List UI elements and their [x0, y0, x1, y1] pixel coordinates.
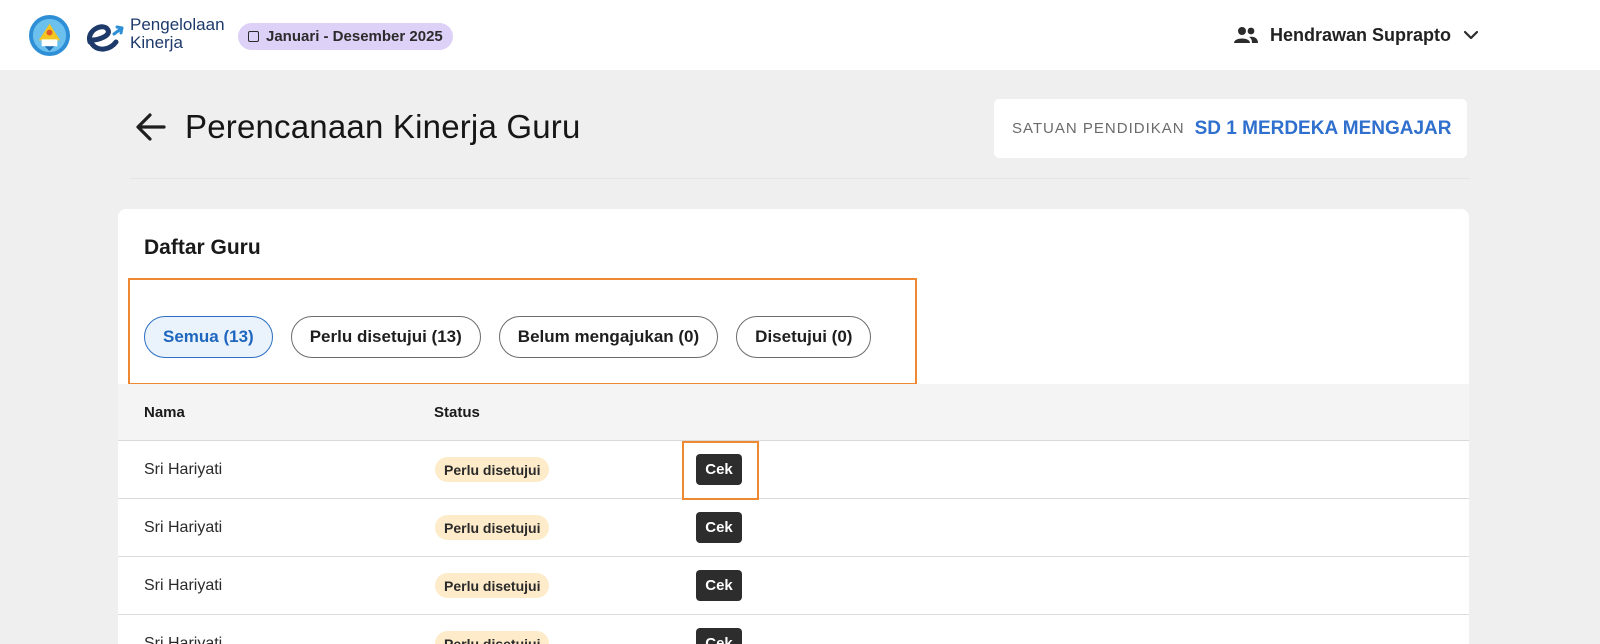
- user-menu[interactable]: Hendrawan Suprapto: [1234, 18, 1479, 52]
- users-icon: [1234, 27, 1258, 43]
- brand-name: Pengelolaan Kinerja: [130, 16, 225, 52]
- status-badge: Perlu disetujui: [435, 515, 550, 540]
- page-title: Perencanaan Kinerja Guru: [185, 108, 581, 145]
- table-row: Sri Hariyati Perlu disetujui Cek: [118, 499, 1469, 557]
- column-header-status: Status: [434, 404, 480, 421]
- filter-approved[interactable]: Disetujui (0): [736, 316, 872, 358]
- brand-logo[interactable]: Pengelolaan Kinerja: [84, 14, 234, 56]
- filter-needs-approval[interactable]: Perlu disetujui (13): [290, 316, 481, 358]
- header-divider: [130, 178, 1470, 179]
- table-header: Nama Status: [118, 384, 1469, 441]
- status-badge: Perlu disetujui: [435, 573, 550, 598]
- school-card: SATUAN PENDIDIKAN SD 1 MERDEKA MENGAJAR: [994, 99, 1467, 158]
- chevron-down-icon: [1463, 30, 1479, 40]
- arrow-left-icon[interactable]: [134, 110, 168, 144]
- user-name: Hendrawan Suprapto: [1270, 24, 1452, 45]
- filter-pills: Semua (13) Perlu disetujui (13) Belum me…: [144, 316, 872, 358]
- tut-wuri-handayani-emblem-icon: [28, 14, 71, 57]
- cek-button[interactable]: Cek: [696, 454, 742, 485]
- cek-button[interactable]: Cek: [696, 628, 742, 644]
- school-label: SATUAN PENDIDIKAN: [1012, 120, 1185, 137]
- filter-all[interactable]: Semua (13): [144, 316, 273, 358]
- brand-line-2: Kinerja: [130, 33, 183, 52]
- teacher-list-card: Daftar Guru Semua (13) Perlu disetujui (…: [118, 209, 1469, 644]
- period-chip[interactable]: Januari - Desember 2025: [238, 23, 453, 50]
- teacher-name: Sri Hariyati: [144, 635, 223, 644]
- card-title: Daftar Guru: [144, 236, 261, 259]
- teacher-name: Sri Hariyati: [144, 577, 223, 594]
- column-header-name: Nama: [144, 404, 185, 421]
- table-row: Sri Hariyati Perlu disetujui Cek: [118, 441, 1469, 500]
- status-badge: Perlu disetujui: [435, 457, 550, 482]
- pengelolaan-kinerja-logo-icon: [86, 24, 124, 52]
- cek-button[interactable]: Cek: [696, 512, 742, 543]
- teacher-name: Sri Hariyati: [144, 461, 223, 478]
- calendar-icon: [248, 31, 259, 42]
- cek-button[interactable]: Cek: [696, 570, 742, 601]
- top-bar: Pengelolaan Kinerja Januari - Desember 2…: [0, 0, 1600, 70]
- table-row: Sri Hariyati Perlu disetujui Cek: [118, 557, 1469, 615]
- teacher-name: Sri Hariyati: [144, 519, 223, 536]
- brand-line-1: Pengelolaan: [130, 15, 225, 34]
- school-value: SD 1 MERDEKA MENGAJAR: [1194, 117, 1452, 139]
- status-badge: Perlu disetujui: [435, 631, 550, 644]
- filter-not-submitted[interactable]: Belum mengajukan (0): [498, 316, 719, 358]
- table-row: Sri Hariyati Perlu disetujui Cek: [118, 615, 1469, 644]
- period-label: Januari - Desember 2025: [266, 28, 443, 45]
